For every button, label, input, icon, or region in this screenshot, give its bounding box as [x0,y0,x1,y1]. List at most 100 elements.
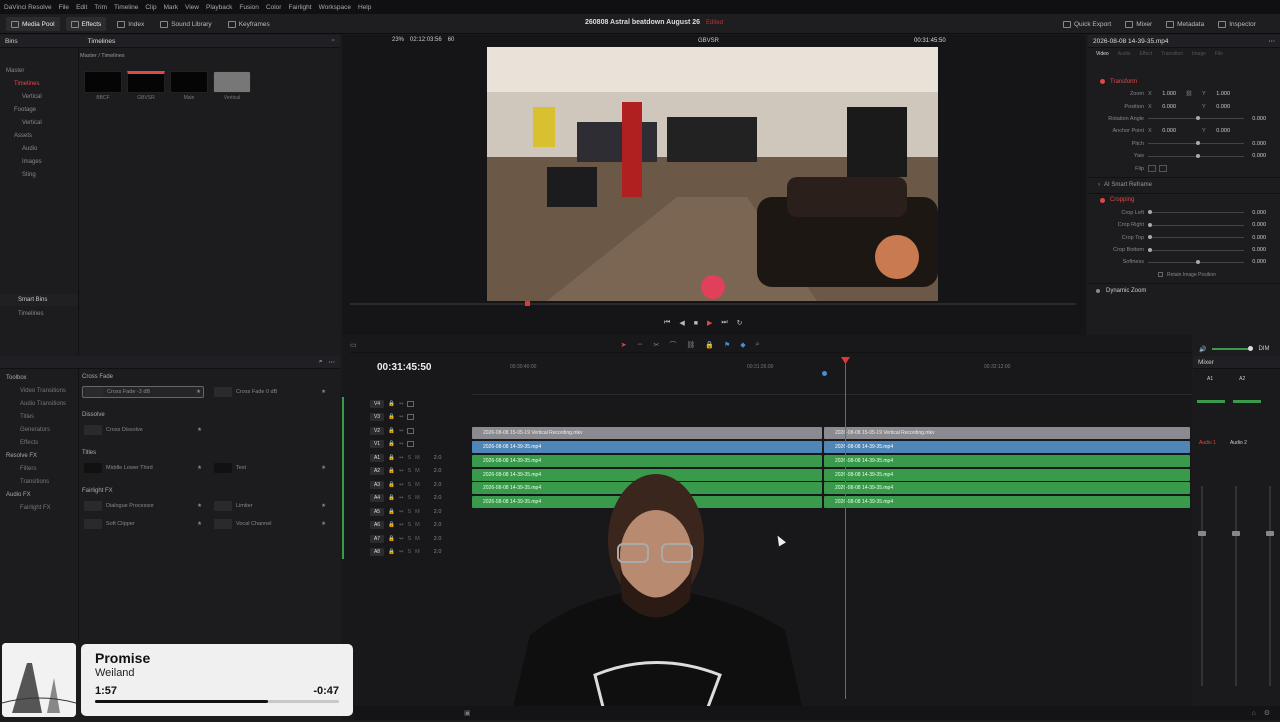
fader-a1[interactable] [1198,531,1206,536]
bin-vertical[interactable]: Vertical [6,91,76,104]
menu-item-workspace[interactable]: Workspace [319,4,351,11]
crop-left-slider[interactable] [1148,210,1244,215]
go-to-end-icon[interactable]: ⏭ [721,319,727,327]
master-volume-slider[interactable] [1212,346,1254,351]
timeline-marker[interactable] [822,371,827,376]
solo-button[interactable]: S [407,549,411,555]
fx-tree-fairlight-fx[interactable]: Fairlight FX [6,502,78,515]
home-icon[interactable]: ⌂ [1251,710,1255,717]
cropping-section[interactable]: Cropping [1088,192,1280,207]
fx-tree-transitions[interactable]: Transitions [6,476,78,489]
rotation-slider[interactable] [1148,116,1244,121]
favorite-star-icon[interactable]: ★ [321,465,326,471]
bin-timelines[interactable]: Timelines [6,78,76,91]
favorite-star-icon[interactable]: ★ [197,427,202,433]
mixer-button[interactable]: Mixer [1120,17,1157,31]
crop-left-field[interactable]: 0.000 [1244,210,1266,216]
monitor-icon[interactable] [407,400,415,407]
fx-tree-generators[interactable]: Generators [6,424,78,437]
menu-item-fairlight[interactable]: Fairlight [288,4,311,11]
solo-button[interactable]: S [407,455,411,461]
settings-icon[interactable]: ⚙ [1264,709,1270,717]
track-label[interactable]: V3 [370,413,384,422]
menu-item-trim[interactable]: Trim [94,4,107,11]
crop-top-slider[interactable] [1148,235,1244,240]
crop-right-field[interactable]: 0.000 [1244,222,1266,228]
bin-audio[interactable]: Audio [6,143,76,156]
media-pool-button[interactable]: Media Pool [6,17,60,31]
v2-clip[interactable]: 2026-08-08 15-05-19 Vertical Recording.m… [472,427,822,439]
mute-button[interactable]: M [415,522,420,528]
crop-right-slider[interactable] [1148,222,1244,227]
track-label[interactable]: A4 [370,494,384,503]
lock-icon[interactable]: 🔒 [388,482,395,488]
dynamic-zoom-section[interactable]: Dynamic Zoom [1088,282,1280,299]
layout-icon[interactable]: ▭ [350,341,357,349]
more-icon[interactable]: ⋯ [329,358,336,366]
favorite-star-icon[interactable]: ★ [196,389,201,395]
tab-transition[interactable]: Transition [1161,51,1183,57]
search-icon[interactable]: ⌕ [331,37,335,45]
v2-clip[interactable]: 2026-08-08 15-05-19 Vertical Recording.m… [824,427,1190,439]
timeline-playhead[interactable] [845,359,846,699]
stop-icon[interactable]: ■ [694,320,698,327]
vocal-channel-item[interactable]: Vocal Channel ★ [212,518,328,530]
bin-vertical[interactable]: Vertical [6,117,76,130]
fx-tree-filters[interactable]: Filters [6,463,78,476]
crop-bottom-slider[interactable] [1148,247,1244,252]
slider-knob[interactable] [1248,346,1254,351]
lock-icon[interactable]: 🔒 [388,509,395,515]
fx-tree-effects[interactable]: Effects [6,437,78,450]
lock-icon[interactable]: 🔒 [388,401,395,407]
softness-field[interactable]: 0.000 [1244,259,1266,265]
media-page-icon[interactable]: ▣ [464,709,471,717]
position-x-field[interactable]: 0.000 [1154,104,1176,110]
link-icon[interactable]: ⇿ [399,428,404,434]
speaker-icon[interactable]: 🔊 [1199,346,1206,353]
solo-button[interactable]: S [407,468,411,474]
checkbox[interactable] [1158,272,1163,278]
bin-sting[interactable]: Sting [6,169,76,182]
v1-clip[interactable]: 2026-08-08 14-39-35.mp4 [472,441,822,453]
audio-clip-a4[interactable]: 2026-08-08 14-39-35.mp4 [824,495,1190,508]
pitch-slider[interactable] [1148,141,1244,146]
slider-knob[interactable] [1148,210,1152,215]
index-button[interactable]: Index [112,17,149,31]
menu-item-view[interactable]: View [185,4,199,11]
inspector-button[interactable]: Inspector [1213,17,1261,31]
now-playing-card[interactable]: Promise Weiland 1:57 -0:47 [81,644,353,716]
link-icon[interactable]: ⇿ [399,522,404,528]
link-icon[interactable]: ⇿ [399,509,404,515]
retain-position-row[interactable]: Retain Image Position [1088,269,1280,281]
transform-section[interactable]: Transform [1088,75,1280,88]
yaw-field[interactable]: 0.000 [1244,153,1266,159]
bin-images[interactable]: Images [6,156,76,169]
zoom-y-field[interactable]: 1.000 [1208,91,1230,97]
mute-button[interactable]: M [415,455,420,461]
link-icon[interactable]: ⇿ [399,414,404,420]
middle-lower-third-item[interactable]: Middle Lower Third ★ [82,462,204,474]
sound-library-button[interactable]: Sound Library [155,17,216,31]
fx-tree-titles[interactable]: Titles [6,411,78,424]
timelines-tab[interactable]: Timelines [88,38,116,45]
solo-button[interactable]: S [407,536,411,542]
timeline-thumbnail[interactable]: Vertical [213,71,251,101]
timeline-thumbnail[interactable]: BBCF [84,71,122,101]
track-label[interactable]: A2 [370,467,384,476]
search-icon[interactable]: ⌕ [319,358,323,366]
timeline-thumbnail[interactable]: GBVSR [127,71,165,101]
favorite-star-icon[interactable]: ★ [321,503,326,509]
rotation-field[interactable]: 0.000 [1244,116,1266,122]
dim-button[interactable]: DIM [1258,346,1269,352]
link-icon[interactable]: ⇿ [399,536,404,542]
more-icon[interactable]: ⋯ [1269,37,1276,45]
fx-tree-resolve-fx[interactable]: Resolve FX [6,450,78,463]
menu-item-davinci-resolve[interactable]: DaVinci Resolve [4,4,52,11]
marker-icon[interactable]: ◆ [740,341,745,349]
slider-knob[interactable] [1196,141,1200,146]
link-icon[interactable]: ⇿ [399,441,404,447]
fader-bus[interactable] [1266,531,1274,536]
slider-knob[interactable] [1148,222,1152,227]
tab-effect[interactable]: Effect [1140,51,1153,57]
solo-button[interactable]: S [407,509,411,515]
